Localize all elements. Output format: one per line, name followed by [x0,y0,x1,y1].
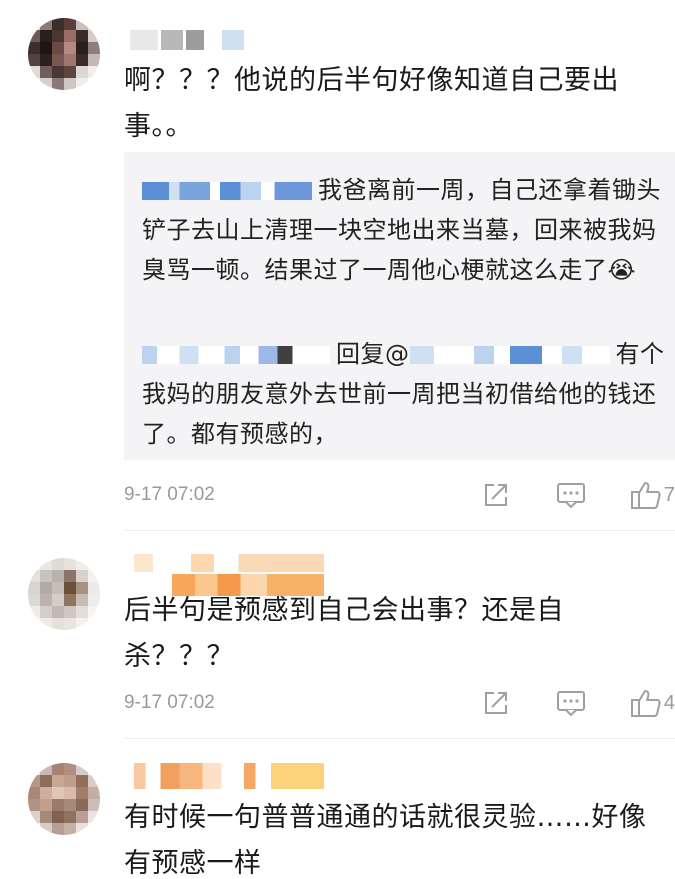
comment-2: 后半句是预感到自己会出事？还是自杀？？？ 9-17 07:02 4 [0,540,675,740]
divider [124,738,675,739]
comment-meta: 9-17 07:02 7 [124,480,675,510]
divider [124,530,675,531]
action-bar: 7 [482,480,675,510]
reply-button[interactable] [556,689,586,717]
avatar[interactable] [28,558,100,630]
comment-icon [556,691,585,717]
timestamp: 9-17 07:02 [124,484,215,505]
action-bar: 4 [482,688,675,718]
comment-text: 有时候一句普普通通的话就很灵验……好像有预感一样 [124,802,647,879]
reply-item[interactable]: 回复@ 有个我妈的朋友意外去世前一周把当初借给他的钱还了。都有预感的， [142,334,667,454]
like-button[interactable]: 7 [630,480,675,510]
like-button[interactable]: 4 [630,688,675,718]
reply-prefix: 回复@ [336,340,410,368]
avatar[interactable] [28,763,100,835]
reply-author-blurred [142,182,312,200]
share-button[interactable] [482,689,510,717]
comment-meta: 9-17 07:02 4 [124,688,675,718]
thumbs-up-icon [630,690,661,717]
comment-1: 啊？？？他说的后半句好像知道自己要出事。。 我爸离前一周，自己还拿着锄头铲子去山… [0,0,675,530]
thumbs-up-icon [630,482,661,509]
comment-icon [556,483,585,509]
mention-blurred [409,346,610,364]
comment-text: 啊？？？他说的后半句好像知道自己要出事。。 [124,65,619,142]
comment-text: 后半句是预感到自己会出事？还是自杀？？？ [124,595,564,672]
share-icon [484,692,507,714]
reply-button[interactable] [556,481,586,509]
username-blurred[interactable] [130,30,244,50]
share-button[interactable] [482,481,510,509]
username-blurred[interactable] [134,763,324,789]
comment-3: 有时候一句普普通通的话就很灵验……好像有预感一样 [0,745,675,879]
reply-item[interactable]: 我爸离前一周，自己还拿着锄头铲子去山上清理一块空地出来当墓，回来被我妈臭骂一顿。… [142,170,667,290]
avatar[interactable] [28,18,100,90]
timestamp: 9-17 07:02 [124,692,215,713]
reply-author-blurred [142,346,330,364]
reply-box: 我爸离前一周，自己还拿着锄头铲子去山上清理一块空地出来当墓，回来被我妈臭骂一顿。… [124,152,675,460]
like-count: 7 [663,483,675,506]
like-count: 4 [663,691,675,714]
share-icon [484,484,507,506]
